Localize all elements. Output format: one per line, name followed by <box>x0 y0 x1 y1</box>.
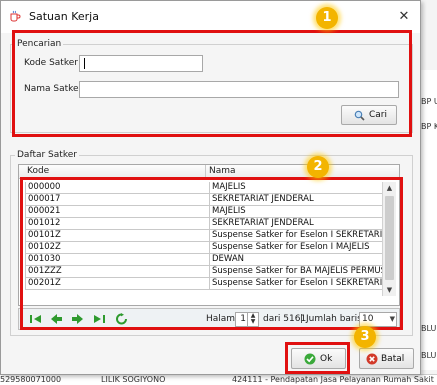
scroll-thumb[interactable] <box>385 196 394 280</box>
cell-nama: MAJELIS <box>209 182 384 193</box>
rows-per-page-select[interactable]: 10 ▼ <box>359 312 397 327</box>
jumlah-baris-label: Jumlah baris <box>306 314 362 324</box>
column-header-kode[interactable]: Kode <box>27 166 49 176</box>
close-button[interactable]: ✕ <box>394 7 414 27</box>
cell-kode: 000021 <box>28 206 61 216</box>
cell-kode: 001012 <box>28 218 61 228</box>
background-text: BLU <box>421 324 437 333</box>
title-bar: Satuan Kerja ✕ <box>1 1 420 33</box>
background-text: BLU <box>421 351 437 360</box>
scroll-down-icon[interactable]: ▼ <box>383 284 396 296</box>
spinner-arrows-icon[interactable]: ▲ ▼ <box>247 313 258 326</box>
kode-satker-label: Kode Satker <box>24 58 78 68</box>
cell-kode: 000017 <box>28 194 61 204</box>
first-page-icon[interactable] <box>29 313 42 325</box>
table-row[interactable]: 001012 SEKRETARIAT JENDERAL <box>25 218 382 230</box>
cell-kode: 000000 <box>28 182 61 192</box>
cell-nama: Suspense Satker for Eselon I SEKRETARI..… <box>209 230 384 241</box>
cari-button[interactable]: Cari <box>341 105 397 125</box>
nama-satker-label: Nama Satker <box>24 84 83 94</box>
refresh-icon[interactable] <box>115 313 128 325</box>
batal-button[interactable]: Batal <box>359 348 414 369</box>
search-icon <box>354 110 365 121</box>
table-row[interactable]: 000021 MAJELIS <box>25 206 382 218</box>
table-row[interactable]: 00201Z Suspense Satker for Eselon I SEKRE… <box>25 278 384 290</box>
background-cell: 529580071000 <box>0 375 62 384</box>
search-legend: Pencarian <box>17 39 62 49</box>
background-text: BP U <box>421 97 437 106</box>
page-number-spinner[interactable]: 1 ▲ ▼ <box>235 312 259 327</box>
background-text: BP K <box>421 122 437 131</box>
cell-kode: 00101Z <box>28 230 61 240</box>
ok-label: Ok <box>320 354 333 364</box>
table-body: 000000 MAJELIS 000017 SEKRETARIAT JENDERAL 0… <box>25 182 384 290</box>
last-page-icon[interactable] <box>93 313 106 325</box>
column-header-nama[interactable]: Nama <box>209 166 236 176</box>
cell-kode: 00102Z <box>28 242 61 252</box>
java-app-icon <box>10 10 21 22</box>
table-row[interactable]: 001030 DEWAN <box>25 254 382 266</box>
cancel-icon <box>366 353 378 365</box>
table-row[interactable]: 00102Z Suspense Satker for Eselon I MAJEL… <box>25 242 382 254</box>
table-row[interactable]: 000017 SEKRETARIAT JENDERAL <box>25 194 382 206</box>
cari-label: Cari <box>369 110 387 120</box>
ok-button[interactable]: Ok <box>291 348 346 369</box>
background-cell: LILIK SOGIYONO <box>101 375 166 384</box>
separator-text: | <box>300 314 304 324</box>
cell-nama: Suspense Satker for Eselon I MAJELIS <box>209 242 384 253</box>
nama-satker-input[interactable] <box>79 81 399 98</box>
scroll-up-icon[interactable]: ▲ <box>383 182 396 194</box>
batal-label: Batal <box>381 354 405 364</box>
check-icon <box>304 353 316 365</box>
previous-page-icon[interactable] <box>50 313 63 325</box>
column-separator <box>205 165 206 178</box>
cell-nama: MAJELIS <box>209 206 384 217</box>
cell-kode: 001030 <box>28 254 61 264</box>
chevron-down-icon: ▼ <box>389 315 395 323</box>
dialog-title: Satuan Kerja <box>29 10 99 23</box>
cell-nama: Suspense Satker for Eselon I SEKRETARI..… <box>209 278 384 289</box>
pagination-bar: Halaman 1 ▲ ▼ dari 5161 | Jumlah baris 10… <box>18 308 400 330</box>
cell-nama: SEKRETARIAT JENDERAL <box>209 218 384 229</box>
cell-nama: Suspense Satker for BA MAJELIS PERMUS... <box>209 266 384 277</box>
cell-kode: 00201Z <box>28 278 61 288</box>
table-header: Kode Nama <box>19 165 399 179</box>
list-legend: Daftar Satker <box>17 150 77 160</box>
kode-satker-input[interactable] <box>79 55 203 72</box>
cell-nama: DEWAN <box>209 254 384 265</box>
text-caret <box>84 58 85 69</box>
table-row[interactable]: 00101Z Suspense Satker for Eselon I SEKRE… <box>25 230 384 242</box>
cell-kode: 001ZZZ <box>28 266 62 276</box>
table-row[interactable]: 001ZZZ Suspense Satker for BA MAJELIS PER… <box>25 266 384 278</box>
background-row: 529580071000 LILIK SOGIYONO 424111 - Pen… <box>0 374 437 385</box>
cell-nama: SEKRETARIAT JENDERAL <box>209 194 384 205</box>
table-row[interactable]: 000000 MAJELIS <box>25 182 382 194</box>
satker-table: Kode Nama 000000 MAJELIS 000017 SEKRETARIAT… <box>18 164 400 306</box>
vertical-scrollbar[interactable]: ▲ ▼ <box>382 182 396 296</box>
satuan-kerja-dialog: Satuan Kerja ✕ Pencarian Kode Satker Nam… <box>0 0 421 375</box>
next-page-icon[interactable] <box>71 313 84 325</box>
background-cell: 424111 - Pendapatan Jasa Pelayanan Rumah… <box>232 375 434 384</box>
